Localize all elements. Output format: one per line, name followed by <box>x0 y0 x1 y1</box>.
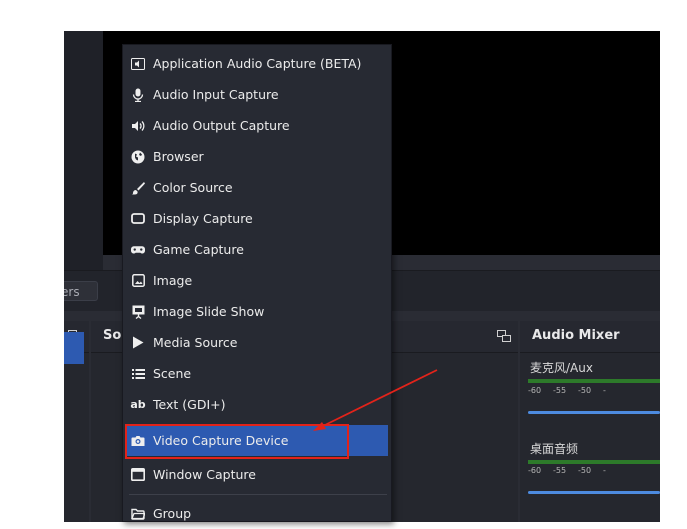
globe-icon <box>131 150 145 164</box>
paintbrush-icon <box>131 181 145 195</box>
sources-dock-title: So <box>103 328 122 343</box>
menu-item-display-capture[interactable]: Display Capture <box>126 203 388 234</box>
audio-mixer-title: Audio Mixer <box>532 328 620 343</box>
slideshow-icon <box>131 305 145 319</box>
menu-item-media-source[interactable]: Media Source <box>126 327 388 358</box>
microphone-icon <box>131 88 145 102</box>
scene-list-item-selected[interactable] <box>64 332 84 364</box>
camera-icon <box>131 434 145 448</box>
text-icon: ab <box>130 398 146 411</box>
mixer-channel-name: 桌面音频 <box>530 442 579 456</box>
audio-mixer-body: 麦克风/Aux -60 -55 -50- 桌面音频 -60 -55 -50- <box>520 353 660 522</box>
left-panel <box>64 31 103 270</box>
monitor-icon <box>131 212 145 226</box>
menu-separator <box>129 494 387 495</box>
meter-ticks: -60 -55 -50- <box>528 466 606 475</box>
folder-icon <box>131 507 145 521</box>
image-icon <box>131 274 145 288</box>
menu-item-audio-input-capture[interactable]: Audio Input Capture <box>126 79 388 110</box>
meter-ticks: -60 -55 -50- <box>528 386 606 395</box>
play-icon <box>131 336 145 350</box>
volume-meter <box>528 379 660 383</box>
volume-meter <box>528 460 660 464</box>
window-icon <box>131 468 145 482</box>
mixer-channel-name: 麦克风/Aux <box>530 361 593 375</box>
menu-item-color-source[interactable]: Color Source <box>126 172 388 203</box>
volume-slider[interactable] <box>528 411 660 414</box>
speaker-icon <box>131 119 145 133</box>
menu-item-text-gdi[interactable]: ab Text (GDI+) <box>126 389 388 420</box>
volume-slider[interactable] <box>528 491 660 494</box>
menu-item-browser[interactable]: Browser <box>126 141 388 172</box>
menu-item-game-capture[interactable]: Game Capture <box>126 234 388 265</box>
scenes-dock-body <box>64 353 89 522</box>
menu-item-group[interactable]: Group <box>126 498 388 529</box>
gamepad-icon <box>131 243 145 257</box>
add-source-menu: Application Audio Capture (BETA) Audio I… <box>122 44 392 522</box>
menu-item-image[interactable]: Image <box>126 265 388 296</box>
float-dock-icon[interactable] <box>497 330 511 342</box>
menu-item-image-slide-show[interactable]: Image Slide Show <box>126 296 388 327</box>
audio-mixer-header: Audio Mixer <box>520 321 660 353</box>
list-icon <box>131 367 145 381</box>
menu-item-application-audio-capture[interactable]: Application Audio Capture (BETA) <box>126 48 388 79</box>
menu-item-audio-output-capture[interactable]: Audio Output Capture <box>126 110 388 141</box>
app-audio-icon <box>131 57 145 71</box>
menu-item-window-capture[interactable]: Window Capture <box>126 459 388 490</box>
menu-item-scene[interactable]: Scene <box>126 358 388 389</box>
menu-item-video-capture-device[interactable]: Video Capture Device <box>126 425 388 456</box>
filters-button[interactable]: ers <box>64 281 98 301</box>
